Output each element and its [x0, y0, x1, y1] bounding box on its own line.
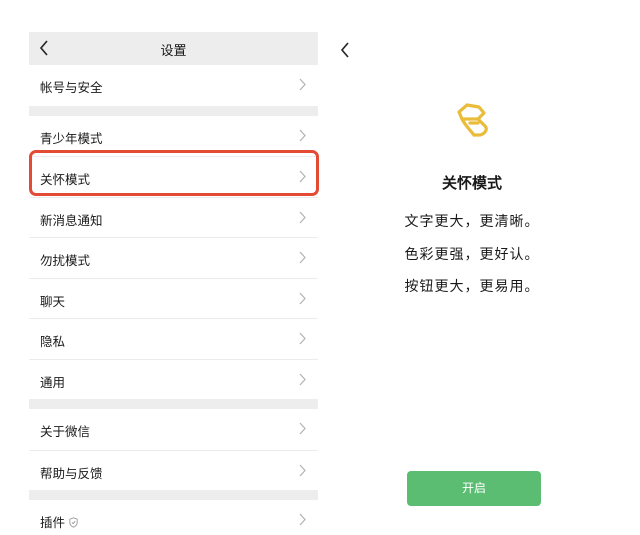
chevron-right-icon — [299, 422, 306, 435]
care-mode-benefit-line: 按钮更大，更易用。 — [404, 279, 540, 295]
chevron-right-icon — [299, 78, 306, 91]
group-divider — [29, 105, 318, 116]
care-mode-title: 关怀模式 — [441, 174, 502, 192]
chevron-right-icon — [299, 211, 306, 223]
group-divider — [29, 490, 318, 500]
care-hand-heart-icon — [457, 103, 488, 137]
settings-item-about-wechat[interactable]: 关于微信 — [29, 409, 318, 450]
settings-item-label: 聊天 — [40, 293, 66, 309]
settings-item-plugins[interactable]: 插件 — [29, 500, 318, 535]
settings-item-label: 隐私 — [40, 334, 66, 349]
page-title: 设置 — [160, 44, 187, 59]
settings-item-label: 帮助与反馈 — [40, 465, 103, 481]
settings-item-label: 关于微信 — [40, 424, 91, 439]
settings-item-label: 通用 — [40, 374, 66, 390]
care-mode-screen: 关怀模式 文字更大，更清晰。 色彩更强，更好认。 按钮更大，更易用。 开启 — [330, 32, 630, 535]
settings-item-label: 青少年模式 — [40, 130, 103, 146]
chevron-right-icon — [299, 373, 306, 385]
care-mode-highlight-box — [29, 150, 319, 196]
care-mode-benefit-line: 文字更大，更清晰。 — [404, 214, 540, 230]
chevron-right-icon — [299, 292, 306, 304]
settings-item-privacy[interactable]: 隐私 — [29, 318, 318, 359]
settings-item-label: 新消息通知 — [40, 212, 103, 228]
settings-item-general[interactable]: 通用 — [29, 358, 318, 399]
settings-item-label-wrap: 插件 — [40, 512, 78, 531]
settings-item-notifications[interactable]: 新消息通知 — [29, 196, 318, 237]
chevron-right-icon — [299, 513, 306, 526]
settings-item-label: 插件 — [40, 515, 66, 530]
shield-icon — [69, 517, 78, 528]
chevron-right-icon — [299, 129, 306, 141]
settings-nav-bar: 设置 — [29, 32, 318, 65]
settings-item-help-feedback[interactable]: 帮助与反馈 — [29, 449, 318, 490]
settings-item-account-security[interactable]: 帐号与安全 — [29, 65, 318, 106]
settings-item-do-not-disturb[interactable]: 勿扰模式 — [29, 237, 318, 278]
settings-item-label: 勿扰模式 — [40, 253, 91, 268]
settings-group-plugins: 插件 — [29, 500, 318, 535]
chevron-right-icon — [299, 251, 306, 264]
settings-screen: 设置 帐号与安全 青少年模式 关怀模式 新消息通知 勿扰模式 聊天 隐私 通用 … — [29, 32, 318, 535]
settings-item-label: 帐号与安全 — [40, 80, 103, 95]
settings-group-about: 关于微信 帮助与反馈 — [29, 409, 318, 490]
settings-item-chat[interactable]: 聊天 — [29, 277, 318, 318]
settings-group-account: 帐号与安全 — [29, 65, 318, 106]
back-arrow-icon[interactable] — [338, 40, 354, 60]
chevron-right-icon — [299, 464, 306, 476]
enable-button[interactable]: 开启 — [407, 471, 541, 506]
care-mode-benefit-line: 色彩更强，更好认。 — [404, 247, 540, 263]
group-divider — [29, 399, 318, 409]
chevron-right-icon — [299, 332, 306, 345]
